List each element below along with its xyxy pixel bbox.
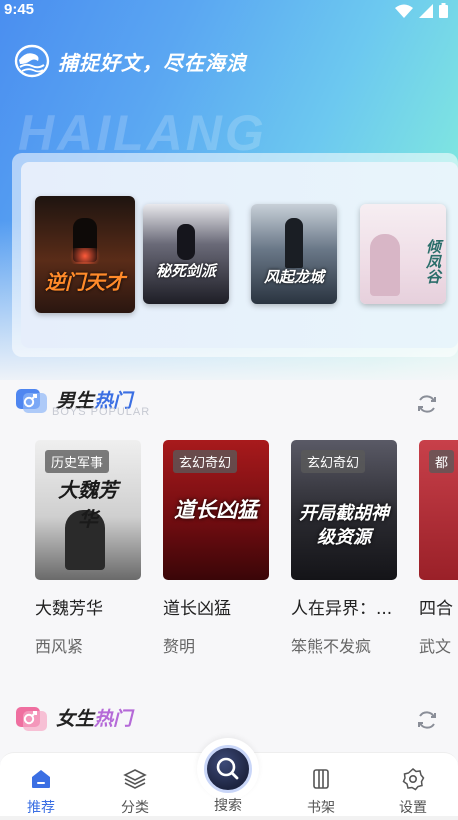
figure-silhouette	[285, 218, 303, 268]
book-author: 笨熊不发疯	[291, 637, 372, 656]
home-indicator	[0, 816, 458, 820]
tab-search[interactable]	[197, 738, 259, 800]
book-card[interactable]: 都 四合 武文	[419, 440, 458, 657]
wifi-icon	[395, 4, 413, 18]
tab-label: 分类	[121, 800, 149, 816]
book-card[interactable]: 道长凶猛 玄幻奇幻 道长凶猛 赘明	[163, 440, 269, 657]
status-time: 9:45	[4, 1, 35, 18]
refresh-icon[interactable]	[415, 392, 439, 416]
book-genre-tag: 玄幻奇幻	[301, 450, 366, 473]
tab-bookshelf[interactable]: 书架	[286, 753, 356, 816]
book-cover: 道长凶猛 玄幻奇幻	[163, 440, 269, 580]
book-author: 赘明	[163, 637, 196, 656]
female-gender-icon	[16, 705, 48, 731]
wave-logo-icon	[14, 44, 50, 78]
book-author: 西风紧	[35, 637, 84, 656]
book-genre-tag: 历史军事	[45, 450, 110, 473]
male-gender-icon	[16, 387, 48, 413]
female-section-header: 女生热门	[16, 704, 132, 731]
book-title: 人在异界：...	[291, 599, 393, 619]
brand-slogan: 捕捉好文，尽在海浪	[58, 50, 247, 75]
tab-search-label: 搜索	[214, 798, 242, 814]
book-cover: 大魏芳华 历史军事	[35, 440, 141, 580]
tab-settings[interactable]: 设置	[378, 753, 448, 816]
book-cover-text: 开局截胡神级资源	[299, 503, 389, 548]
brand-header: 捕捉好文，尽在海浪	[14, 44, 247, 78]
banner-book-3[interactable]: 风起龙城	[251, 204, 337, 304]
book-title: 道长凶猛	[163, 599, 231, 619]
refresh-icon[interactable]	[415, 708, 439, 732]
tab-category[interactable]: 分类	[100, 753, 170, 816]
tab-label: 推荐	[27, 800, 55, 816]
book-author: 武文	[419, 637, 452, 656]
tab-label: 设置	[399, 800, 427, 816]
home-icon	[29, 767, 53, 791]
figure-silhouette	[177, 224, 195, 260]
layers-icon	[123, 767, 147, 791]
book-genre-tag: 玄幻奇幻	[173, 450, 238, 473]
signal-icon	[419, 3, 433, 18]
book-title: 四合	[419, 599, 453, 619]
battery-icon	[439, 3, 448, 18]
book-card[interactable]: 大魏芳华 历史军事 大魏芳华 西风紧	[35, 440, 141, 657]
banner-cover-title: 逆门天才	[45, 270, 125, 294]
search-icon	[216, 757, 239, 780]
banner-cover-title: 秘死剑派	[155, 262, 216, 280]
book-cover: 都	[419, 440, 458, 580]
book-cover: 开局截胡神级资源 玄幻奇幻	[291, 440, 397, 580]
female-title-part2: 热门	[94, 708, 133, 730]
tab-recommend[interactable]: 推荐	[6, 753, 76, 816]
banner-cover-title: 倾凤谷	[424, 238, 442, 284]
status-bar: 9:45	[0, 0, 458, 22]
female-section-title: 女生热门	[56, 704, 132, 731]
female-title-part1: 女生	[56, 708, 95, 730]
book-cover-text: 大魏芳华	[58, 478, 118, 531]
bookshelf-icon	[309, 767, 333, 791]
figure-silhouette	[370, 234, 400, 296]
search-button[interactable]	[204, 745, 252, 793]
gear-icon	[401, 767, 425, 791]
banner-book-1[interactable]: 逆门天才	[35, 196, 135, 313]
book-genre-tag: 都	[429, 450, 455, 473]
book-title: 大魏芳华	[35, 599, 103, 619]
banner-book-4[interactable]: 倾凤谷	[360, 204, 446, 304]
banner-book-2[interactable]: 秘死剑派	[143, 204, 229, 304]
glow-effect	[65, 248, 105, 264]
book-cover-text: 道长凶猛	[174, 497, 258, 522]
tab-label: 书架	[307, 800, 335, 816]
male-section-subtitle: BOYS POPULAR	[52, 406, 151, 418]
book-card[interactable]: 开局截胡神级资源 玄幻奇幻 人在异界：... 笨熊不发疯	[291, 440, 397, 657]
status-icons	[395, 3, 448, 18]
banner-cover-title: 风起龙城	[263, 268, 324, 286]
